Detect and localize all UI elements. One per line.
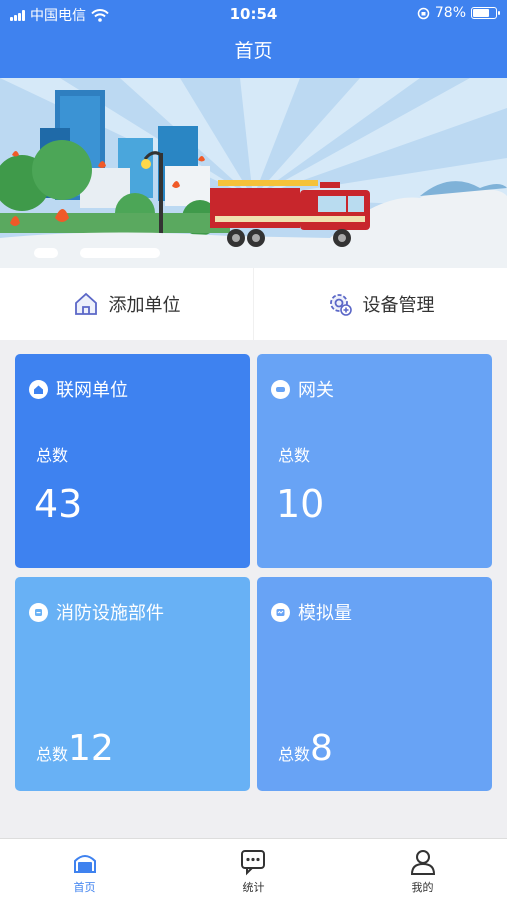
device-management-button[interactable]: 设备管理 <box>253 268 507 340</box>
card-value: 12 <box>68 728 114 769</box>
nav-bar: 首页 <box>0 28 507 78</box>
tab-profile-label: 我的 <box>411 881 434 894</box>
tab-statistics-label: 统计 <box>242 881 265 894</box>
gateway-card[interactable]: 网关 总数 10 <box>257 354 492 568</box>
battery-percent: 78% <box>434 5 466 21</box>
chat-stats-icon <box>240 850 265 876</box>
card-title: 联网单位 <box>56 380 128 401</box>
home-tab-icon <box>73 855 96 873</box>
tab-profile[interactable]: 我的 <box>338 839 507 900</box>
networked-units-card[interactable]: 联网单位 总数 43 <box>15 354 250 568</box>
card-subtitle: 总数 <box>36 446 69 465</box>
card-subtitle: 总数 <box>278 745 311 764</box>
card-value: 8 <box>310 728 333 769</box>
card-title: 网关 <box>298 380 334 401</box>
battery-icon <box>471 7 500 19</box>
banner-illustration <box>0 78 507 268</box>
gear-icon <box>329 294 352 316</box>
fire-facility-parts-card[interactable]: 消防设施部件 总数 12 <box>15 577 250 791</box>
gateway-icon <box>271 379 290 399</box>
status-bar: 中国电信 10:54 78% <box>0 0 507 28</box>
card-value: 10 <box>276 482 325 526</box>
add-unit-button[interactable]: 添加单位 <box>0 268 253 340</box>
tab-home[interactable]: 首页 <box>0 839 169 900</box>
device-management-label: 设备管理 <box>362 295 435 316</box>
home-icon <box>29 379 48 399</box>
card-title: 模拟量 <box>298 603 352 624</box>
card-value: 43 <box>34 482 83 526</box>
orientation-lock-icon <box>417 7 430 19</box>
analog-quantity-card[interactable]: 模拟量 总数 8 <box>257 577 492 791</box>
add-unit-label: 添加单位 <box>108 295 181 316</box>
user-icon <box>410 850 435 875</box>
page-title: 首页 <box>234 40 273 62</box>
component-icon <box>29 602 48 622</box>
tab-bar: 首页 统计 我的 <box>0 838 507 900</box>
quick-actions: 添加单位 设备管理 <box>0 268 507 340</box>
tab-home-label: 首页 <box>73 881 96 894</box>
card-subtitle: 总数 <box>278 446 311 465</box>
card-subtitle: 总数 <box>36 745 69 764</box>
card-title: 消防设施部件 <box>56 603 164 624</box>
analog-icon <box>271 602 290 622</box>
home-icon <box>74 292 97 315</box>
tab-statistics[interactable]: 统计 <box>169 839 338 900</box>
